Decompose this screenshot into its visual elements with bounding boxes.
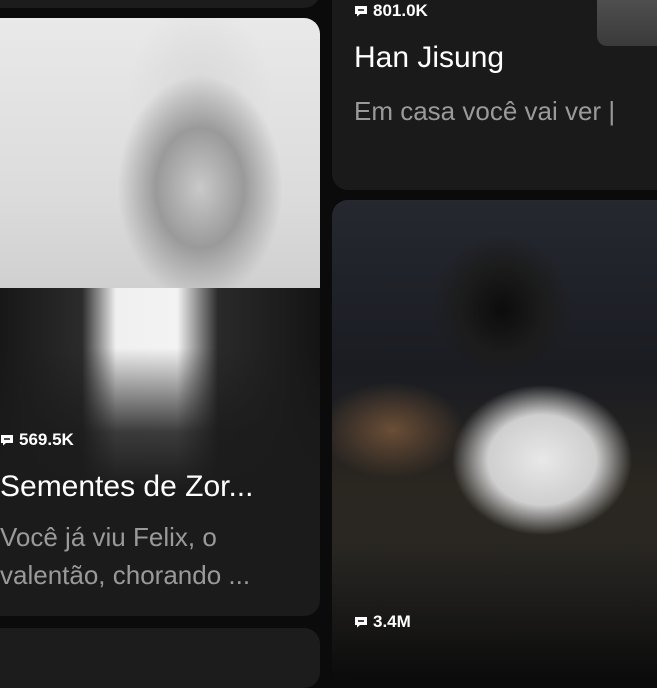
chat-bubble-icon bbox=[1, 435, 13, 446]
card-title: Sementes de Zor... bbox=[0, 470, 254, 503]
chat-bubble-icon bbox=[355, 6, 367, 17]
character-thumbnail bbox=[597, 0, 657, 46]
chat-count: 801.0K bbox=[354, 1, 428, 21]
character-card-motorcycle[interactable]: 3.4M bbox=[332, 200, 657, 680]
card-description: Você já viu Felix, o valentão, chorando … bbox=[0, 522, 251, 590]
card-description: Em casa você vai ver | bbox=[354, 96, 616, 126]
chat-count: 3.4M bbox=[354, 612, 411, 632]
character-card-partial-bottom[interactable] bbox=[0, 628, 320, 688]
chat-bubble-icon bbox=[355, 617, 367, 628]
chat-count: 569.5K bbox=[0, 430, 74, 450]
card-title: Han Jisung bbox=[354, 41, 505, 74]
character-card-han-jisung[interactable]: 801.0K Han Jisung Em casa você vai ver | bbox=[332, 0, 657, 190]
character-card-sementes-de-zor[interactable]: 569.5K Sementes de Zor... Você já viu Fe… bbox=[0, 18, 320, 616]
character-card-partial-top[interactable] bbox=[0, 0, 320, 8]
